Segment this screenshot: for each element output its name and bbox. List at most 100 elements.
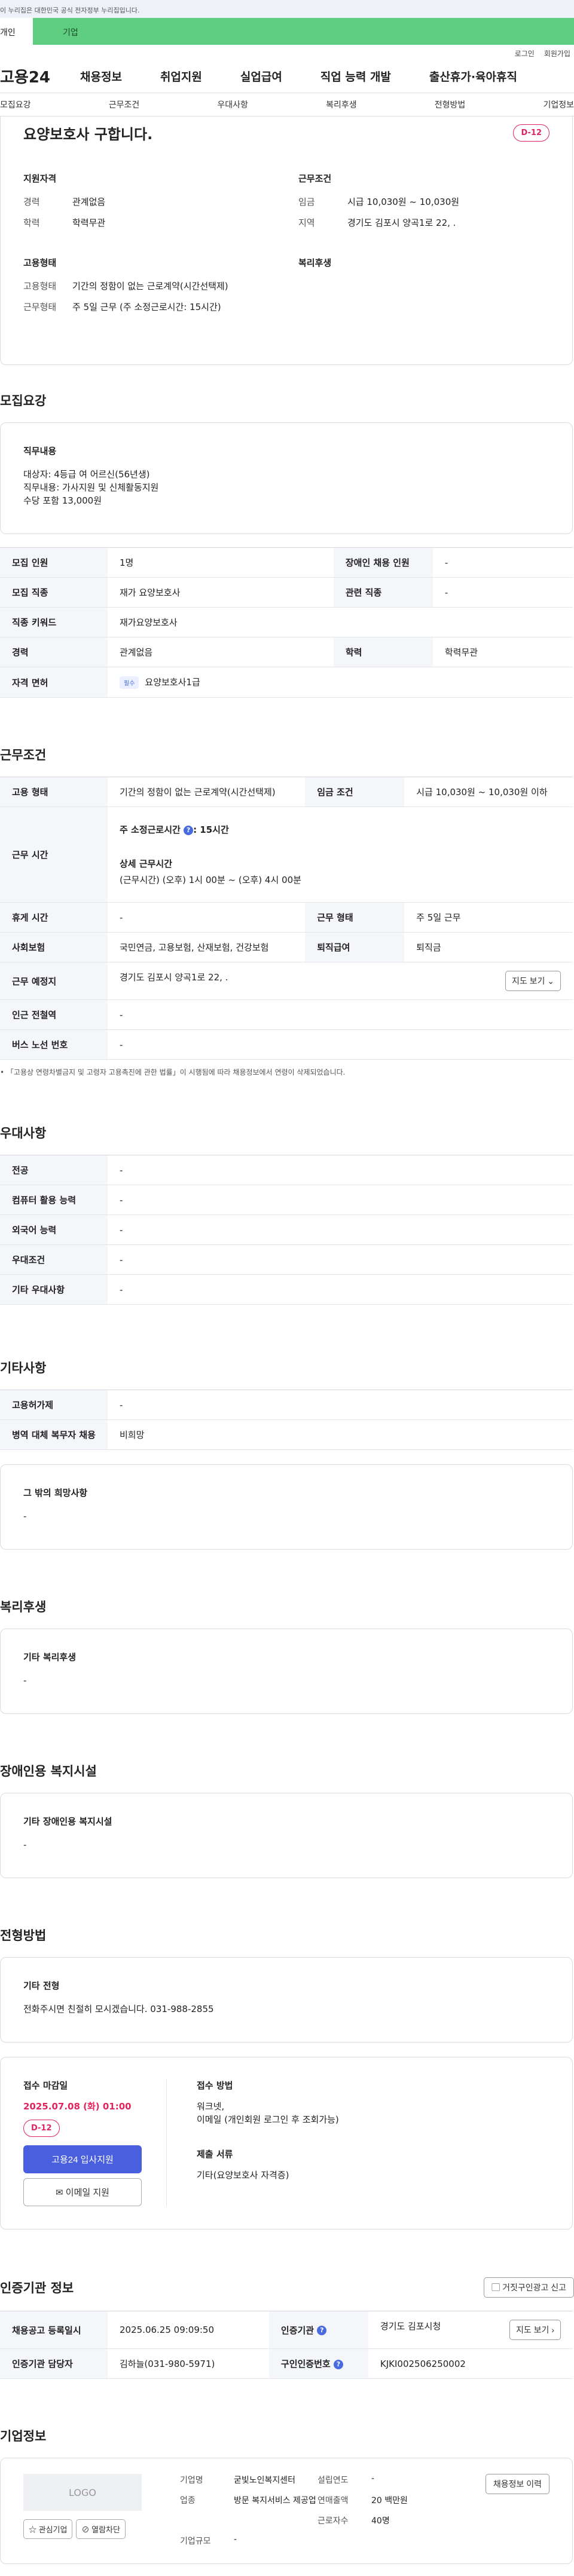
cell-value: 경기도 김포시 양곡1로 22, . 지도 보기 ⌄ [108, 962, 573, 1000]
section-nav: 모집요강 근무조건 우대사항 복리후생 전형방법 기업정보 [0, 93, 574, 116]
value: - [371, 2474, 375, 2483]
table-row: 자격 면허 필수 요양보호사1급 [0, 667, 573, 698]
label: 근로자수 [317, 2516, 349, 2526]
section-title: 기타사항 [0, 1361, 47, 1375]
workcond-table: 고용 형태 기간의 정함이 없는 근로계약(시간선택제) 임금 조건 시급 10… [0, 777, 573, 1060]
chevron-right-icon: › [551, 2325, 554, 2335]
detail-hours-value: (근무시간) (오후) 1시 00분 ~ (오후) 4시 00분 [120, 875, 301, 885]
tab-personal[interactable]: 개인 [0, 18, 33, 45]
summary-welfare: 복리후생 [298, 256, 549, 321]
cell-label: 구인인증번호 ? [268, 2348, 368, 2379]
cell-value: 퇴직금 [404, 932, 573, 962]
etc-table: 고용허가제 - 병역 대체 복무자 채용 비희망 [0, 1390, 573, 1450]
org-value: 경기도 김포시청 [380, 2321, 441, 2332]
cell-label: 퇴직급여 [305, 932, 405, 962]
cell-value: 주 5일 근무 [404, 902, 573, 933]
favorite-label: 관심기업 [38, 2525, 68, 2534]
subnav-workcond[interactable]: 근무조건 [109, 99, 140, 111]
job-title: 요양보호사 구합니다. [23, 126, 153, 143]
weekly-hours-label: 주 소정근로시간 [120, 824, 181, 835]
tab-company[interactable]: 기업 [33, 18, 574, 45]
table-row: 인근 전철역 - [0, 999, 573, 1030]
required-badge: 필수 [120, 676, 139, 689]
duty-title: 직무내용 [23, 446, 57, 456]
cell-label: 임금 조건 [305, 777, 405, 807]
detail-hours-title: 상세 근무시간 [120, 858, 173, 869]
docs-title: 제출 서류 [197, 2149, 233, 2160]
cell-value: - [108, 1390, 573, 1420]
table-row: 고용 형태 기간의 정함이 없는 근로계약(시간선택제) 임금 조건 시급 10… [0, 777, 573, 807]
age-note: • 「고용상 연령차별금지 및 고령자 고용촉진에 관한 법률」이 시행됨에 따… [0, 1068, 346, 1077]
value: 40명 [371, 2516, 390, 2526]
document-icon: ▢ [491, 2283, 500, 2292]
value: 관계없음 [72, 197, 106, 207]
map-view-button[interactable]: 지도 보기 ⌄ [505, 971, 561, 991]
value: 주 5일 근무 (주 소정근로시간: 15시간) [72, 302, 221, 312]
block-view-button[interactable]: ⊘ 열람차단 [76, 2519, 126, 2539]
box-value: - [23, 1511, 27, 1522]
login-link[interactable]: 로그인 [515, 48, 535, 59]
label: 근무형태 [23, 302, 57, 312]
cell-label: 고용허가제 [0, 1390, 108, 1420]
subnav-recruit[interactable]: 모집요강 [0, 99, 31, 111]
pref-table: 전공 - 컴퓨터 활용 능력 - 외국어 능력 - 우대조건 - 기타 우대사항 - [0, 1155, 573, 1305]
table-row: 고용허가제 - [0, 1390, 573, 1420]
cell-value: 경기도 김포시청 지도 보기 › [368, 2311, 573, 2349]
email-apply-button[interactable]: ✉ 이메일 지원 [23, 2178, 142, 2206]
cell-value: KJKI002506250002 [368, 2348, 573, 2379]
job-history-button[interactable]: 채용정보 이력 [485, 2474, 549, 2494]
gnb-employment-support[interactable]: 취업지원 [160, 68, 202, 84]
gnb-jobs[interactable]: 채용정보 [80, 68, 122, 84]
email-apply-label: 이메일 지원 [65, 2188, 109, 2198]
box-title: 그 밖의 희망사항 [23, 1488, 88, 1498]
company-name: 굳빛노인복지센터 [234, 2476, 296, 2485]
gnb-unemployment[interactable]: 실업급여 [240, 68, 282, 84]
subnav-selection[interactable]: 전형방법 [435, 99, 466, 111]
company-info: 기업명 굳빛노인복지센터 설립연도 - 업종 방문 복지서비스 제공업 연매출액… [180, 2474, 443, 2547]
gnb-training[interactable]: 직업 능력 개발 [320, 68, 391, 84]
label: 기업명 [180, 2476, 203, 2485]
org-label: 인증기관 [280, 2324, 315, 2336]
no-label: 구인인증번호 [280, 2359, 331, 2369]
site-logo[interactable]: 고용24 [0, 65, 50, 87]
label: 설립연도 [317, 2476, 349, 2485]
signup-link[interactable]: 회원가입 [544, 48, 570, 59]
subnav-welfare[interactable]: 복리후생 [326, 99, 357, 111]
cell-label: 인증기관 ? [268, 2311, 368, 2349]
section-recruit: 모집요강 직무내용 대상자: 4등급 여 어르신(56년생) 직무내용: 가사지… [0, 365, 574, 698]
info-icon[interactable]: ? [333, 2359, 343, 2369]
subnav-company[interactable]: 기업정보 [543, 99, 574, 111]
table-row: 컴퓨터 활용 능력 - [0, 1185, 573, 1215]
duty-line: 대상자: 4등급 여 어르신(56년생) [23, 469, 150, 480]
info-icon[interactable]: ? [184, 825, 194, 835]
info-icon[interactable]: ? [317, 2326, 327, 2335]
agency-table: 채용공고 등록일시 2025.06.25 09:09:50 인증기관 ? 경기도… [0, 2311, 573, 2379]
cell-label: 근무 예정지 [0, 962, 108, 1000]
gnb-leave[interactable]: 출산휴가·육아휴직 [429, 68, 517, 84]
report-label: 거짓구인광고 신고 [502, 2283, 566, 2292]
duty-line: 수당 포함 13,000원 [23, 495, 102, 506]
table-row: 병역 대체 복무자 채용 비희망 [0, 1419, 573, 1450]
favorite-company-button[interactable]: ☆ 관심기업 [23, 2519, 73, 2539]
label: 기업규모 [180, 2537, 211, 2546]
apply-button[interactable]: 고용24 입사지원 [23, 2145, 142, 2173]
cell-value: 관계없음 [108, 637, 334, 667]
table-row: 휴게 시간 - 근무 형태 주 5일 근무 [0, 902, 573, 933]
job-summary-card: 요양보호사 구합니다. D-12 지원자격 경력 관계없음 학력 학력무관 근무조건… [0, 116, 573, 365]
agency-map-button[interactable]: 지도 보기 › [509, 2320, 561, 2340]
cell-label: 우대조건 [0, 1244, 108, 1275]
cell-label: 휴게 시간 [0, 902, 108, 933]
subnav-pref[interactable]: 우대사항 [217, 99, 248, 111]
value: 경기도 김포시 양곡1로 22, . [347, 217, 456, 228]
report-fake-ad-button[interactable]: ▢ 거짓구인광고 신고 [484, 2277, 574, 2298]
age-note-text: 「고용상 연령차별금지 및 고령자 고용촉진에 관한 법률」이 시행됨에 따라 … [6, 1068, 346, 1077]
summary-qual-title: 지원자격 [23, 173, 57, 184]
section-title: 장애인용 복지시설 [0, 1764, 97, 1778]
company-logo: LOGO [23, 2474, 142, 2511]
section-etc: 기타사항 고용허가제 - 병역 대체 복무자 채용 비희망 그 밖의 희망사항 - [0, 1305, 574, 1550]
cell-value: 비희망 [108, 1419, 573, 1450]
table-row: 전공 - [0, 1155, 573, 1185]
section-agency: 인증기관 정보 ▢ 거짓구인광고 신고 채용공고 등록일시 2025.06.25… [0, 2230, 574, 2379]
box-title: 기타 장애인용 복지시설 [23, 1816, 112, 1827]
table-row: 근무 예정지 경기도 김포시 양곡1로 22, . 지도 보기 ⌄ [0, 962, 573, 1000]
